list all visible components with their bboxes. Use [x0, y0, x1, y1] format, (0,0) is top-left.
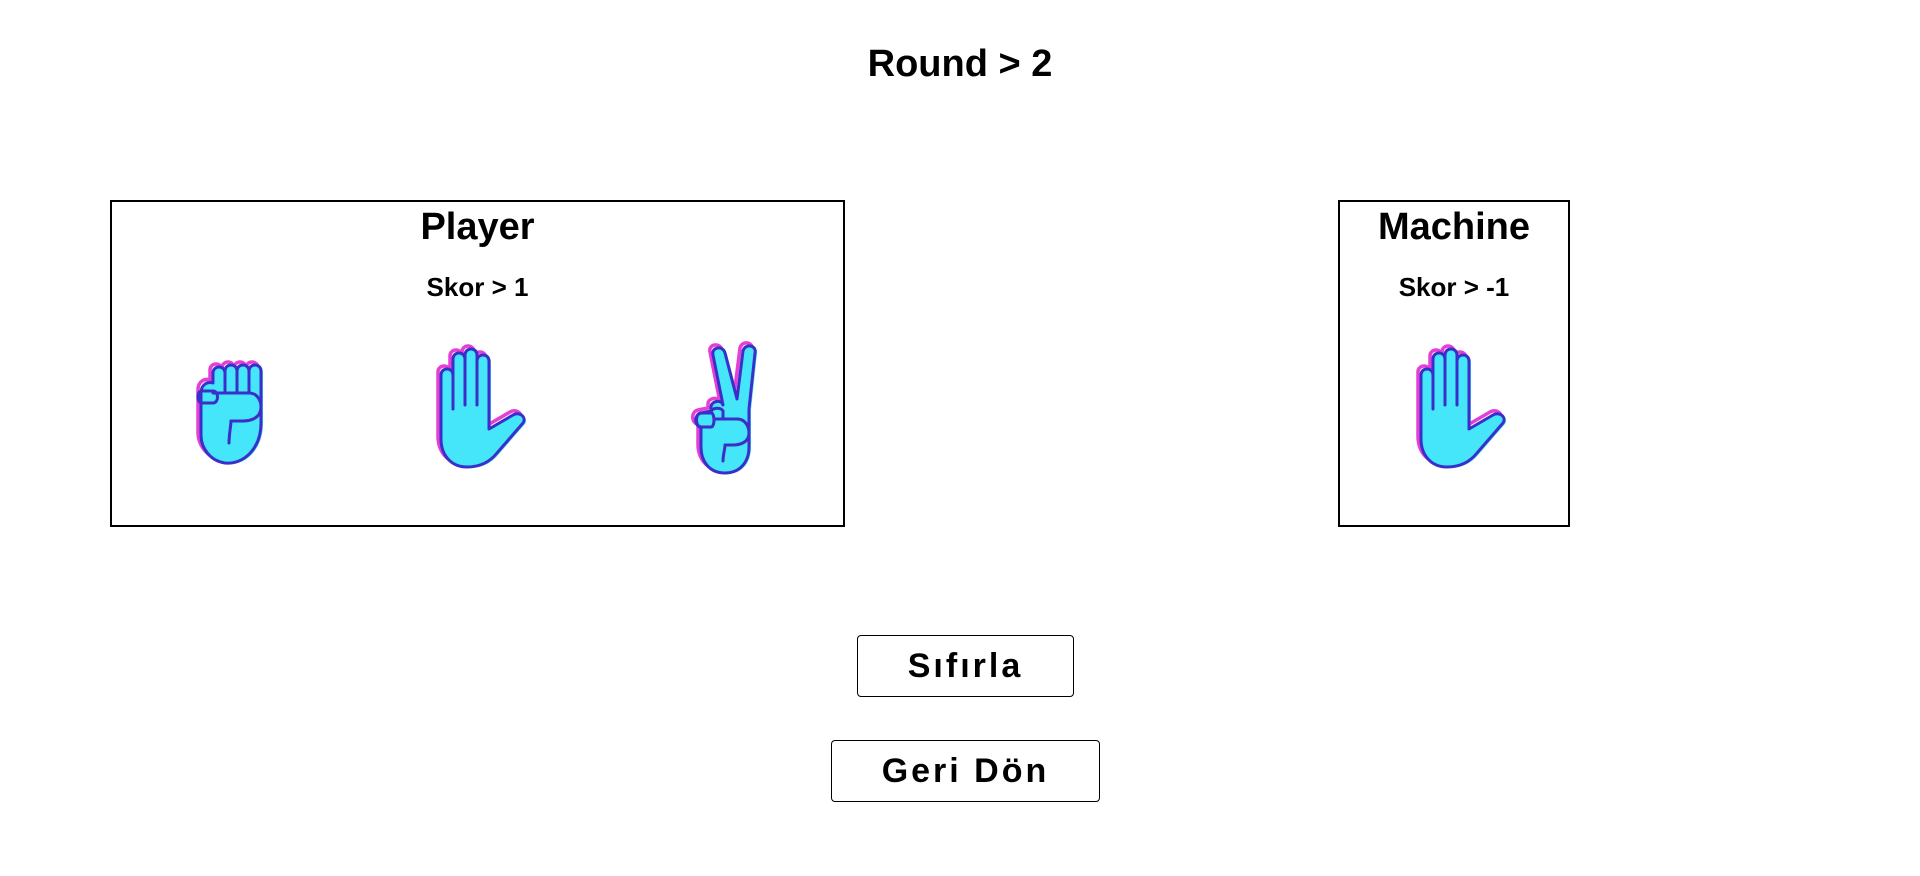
machine-score: Skor > -1 — [1398, 272, 1510, 302]
player-score: Skor > 1 — [426, 272, 529, 302]
machine-title: Machine — [1377, 206, 1531, 248]
machine-panel: Machine Skor > -1 — [1338, 200, 1570, 527]
scissors-hand-icon[interactable] — [664, 332, 794, 482]
rock-hand-icon[interactable] — [164, 332, 294, 482]
paper-hand-icon[interactable] — [410, 332, 540, 482]
reset-button[interactable]: Sıfırla — [857, 635, 1074, 697]
player-title: Player — [420, 206, 535, 248]
machine-paper-hand-icon — [1390, 332, 1520, 482]
round-title: Round > 2 — [867, 43, 1053, 85]
back-button[interactable]: Geri Dön — [831, 740, 1100, 802]
player-panel: Player Skor > 1 — [110, 200, 845, 527]
